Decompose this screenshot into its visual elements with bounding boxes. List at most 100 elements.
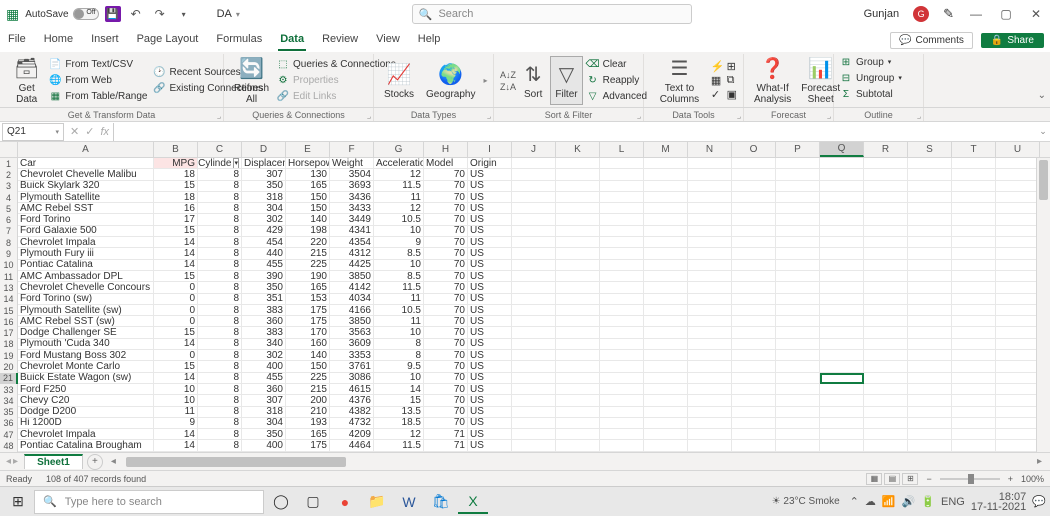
cell[interactable] (820, 282, 864, 293)
cell[interactable] (996, 350, 1040, 361)
cell[interactable]: 15 (154, 181, 198, 192)
cell[interactable] (512, 214, 556, 225)
cell[interactable]: 3086 (330, 373, 374, 384)
cell[interactable] (864, 305, 908, 316)
cell[interactable] (644, 282, 688, 293)
cell[interactable]: 12 (374, 203, 424, 214)
cell[interactable] (820, 203, 864, 214)
cell[interactable] (600, 384, 644, 395)
cell[interactable] (732, 214, 776, 225)
cell[interactable] (820, 395, 864, 406)
cell[interactable]: 140 (286, 350, 330, 361)
cell[interactable] (952, 316, 996, 327)
row-header[interactable]: 35 (0, 407, 18, 418)
row-header[interactable]: 48 (0, 440, 18, 451)
cell[interactable]: 454 (242, 237, 286, 248)
row-header[interactable]: 14 (0, 294, 18, 305)
cell[interactable] (864, 418, 908, 429)
cell[interactable]: 4615 (330, 384, 374, 395)
cell[interactable]: 198 (286, 226, 330, 237)
cell[interactable]: 9.5 (374, 361, 424, 372)
cell[interactable] (820, 350, 864, 361)
cell[interactable]: 8 (198, 282, 242, 293)
cell[interactable] (864, 271, 908, 282)
cell[interactable]: 70 (424, 169, 468, 180)
cell[interactable]: 10 (374, 373, 424, 384)
page-layout-view[interactable]: ▤ (884, 473, 900, 485)
explorer-icon[interactable]: 📁 (362, 490, 392, 514)
cell[interactable] (600, 361, 644, 372)
cell[interactable] (952, 384, 996, 395)
cell[interactable]: Chevrolet Impala (18, 237, 154, 248)
cell[interactable]: 15 (154, 361, 198, 372)
row-header[interactable]: 33 (0, 384, 18, 395)
cell[interactable]: 220 (286, 237, 330, 248)
cell[interactable]: 4142 (330, 282, 374, 293)
cell[interactable]: Chevrolet Chevelle Malibu (18, 169, 154, 180)
cell[interactable] (776, 260, 820, 271)
cell[interactable] (820, 418, 864, 429)
page-break-view[interactable]: ⊞ (902, 473, 918, 485)
cell[interactable]: 70 (424, 203, 468, 214)
from-web[interactable]: 🌐From Web (49, 74, 147, 88)
cell[interactable] (688, 395, 732, 406)
cell[interactable] (952, 169, 996, 180)
column-header-O[interactable]: O (732, 142, 776, 157)
cell[interactable] (952, 373, 996, 384)
cell[interactable]: Ford Mustang Boss 302 (18, 350, 154, 361)
cell[interactable] (908, 407, 952, 418)
cell[interactable] (688, 282, 732, 293)
word-icon[interactable]: W (394, 490, 424, 514)
cell[interactable]: Buick Estate Wagon (sw) (18, 373, 154, 384)
cell[interactable]: 4382 (330, 407, 374, 418)
cell[interactable] (512, 429, 556, 440)
row-header[interactable]: 9 (0, 248, 18, 259)
cell[interactable] (512, 327, 556, 338)
row-header[interactable]: 4 (0, 192, 18, 203)
cell[interactable]: 307 (242, 169, 286, 180)
save-button[interactable]: 💾 (105, 6, 121, 22)
column-header-G[interactable]: G (374, 142, 424, 157)
cell[interactable]: 70 (424, 237, 468, 248)
cell[interactable] (864, 282, 908, 293)
cell[interactable] (952, 203, 996, 214)
cell[interactable] (996, 294, 1040, 305)
cell[interactable] (776, 203, 820, 214)
cell[interactable]: Dodge Challenger SE (18, 327, 154, 338)
cell[interactable] (952, 248, 996, 259)
cell[interactable]: US (468, 260, 512, 271)
cell[interactable]: AMC Rebel SST (18, 203, 154, 214)
cell[interactable]: 0 (154, 282, 198, 293)
cell[interactable]: 302 (242, 350, 286, 361)
cell[interactable]: 17 (154, 214, 198, 225)
cell[interactable] (820, 237, 864, 248)
cell[interactable]: 350 (242, 181, 286, 192)
cell[interactable]: Chevrolet Monte Carlo (18, 361, 154, 372)
cell[interactable] (644, 384, 688, 395)
sheet-nav-prev[interactable]: ◂ (6, 456, 11, 467)
cortana-icon[interactable]: ▢ (298, 490, 328, 514)
cell[interactable] (732, 395, 776, 406)
cell[interactable]: AMC Rebel SST (sw) (18, 316, 154, 327)
cell[interactable] (776, 294, 820, 305)
remove-dup-icon[interactable]: ▦ (711, 74, 725, 87)
battery-icon[interactable]: 🔋 (921, 495, 935, 508)
cell[interactable] (864, 158, 908, 169)
column-header-D[interactable]: D (242, 142, 286, 157)
cell[interactable] (908, 305, 952, 316)
cell[interactable]: 11.5 (374, 282, 424, 293)
cell[interactable] (644, 350, 688, 361)
cell[interactable] (776, 440, 820, 451)
cell[interactable] (820, 327, 864, 338)
filename[interactable]: DA▾ (199, 8, 240, 20)
cell[interactable]: 304 (242, 203, 286, 214)
cell[interactable] (776, 316, 820, 327)
cell[interactable]: US (468, 316, 512, 327)
cell[interactable] (556, 305, 600, 316)
cell[interactable] (820, 429, 864, 440)
cell[interactable]: 8 (374, 350, 424, 361)
column-header-M[interactable]: M (644, 142, 688, 157)
cell[interactable] (864, 395, 908, 406)
cell[interactable] (776, 248, 820, 259)
cell[interactable]: 15 (154, 271, 198, 282)
